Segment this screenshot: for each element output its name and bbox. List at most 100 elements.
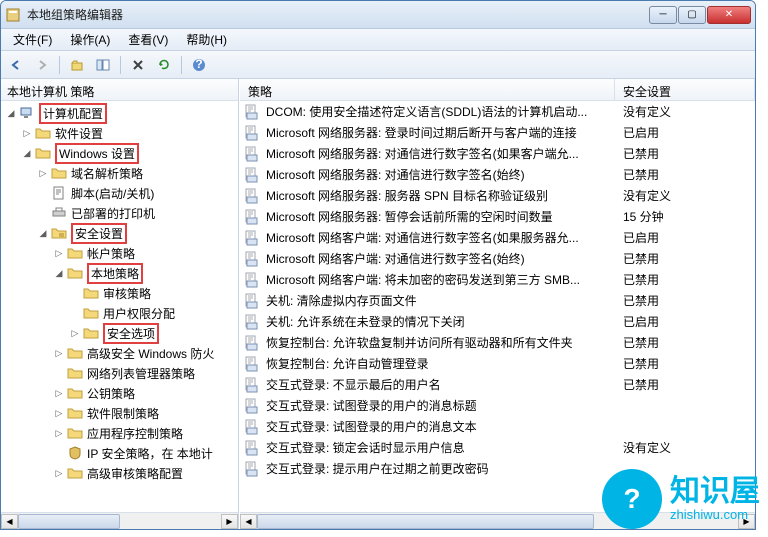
expander-icon[interactable]: ▷ <box>53 247 65 259</box>
back-button[interactable] <box>5 54 27 76</box>
tree-node-dns[interactable]: ▷域名解析策略 <box>3 163 236 183</box>
column-setting[interactable]: 安全设置 <box>615 79 755 100</box>
expander-icon[interactable]: ◢ <box>5 107 17 119</box>
expander-icon[interactable]: ▷ <box>53 387 65 399</box>
scroll-track[interactable] <box>18 514 221 529</box>
expander-icon[interactable]: ◢ <box>53 267 65 279</box>
policy-row[interactable]: DCOM: 使用安全描述符定义语言(SDDL)语法的计算机启动...没有定义 <box>240 101 755 122</box>
toolbar: ? <box>1 51 755 79</box>
policy-row[interactable]: Microsoft 网络客户端: 将未加密的密码发送到第三方 SMB...已禁用 <box>240 269 755 290</box>
tree-node-advaudit[interactable]: ▷高级审核策略配置 <box>3 463 236 483</box>
tree-node-local[interactable]: ◢本地策略 <box>3 263 236 283</box>
policy-icon <box>244 398 260 414</box>
policy-row[interactable]: 交互式登录: 试图登录的用户的消息文本 <box>240 416 755 437</box>
menu-action[interactable]: 操作(A) <box>62 29 118 50</box>
policy-row[interactable]: 恢复控制台: 允许软盘复制并访问所有驱动器和所有文件夹已禁用 <box>240 332 755 353</box>
tree-node-user-rights[interactable]: 用户权限分配 <box>3 303 236 323</box>
expander-icon[interactable]: ◢ <box>21 147 33 159</box>
policy-row[interactable]: Microsoft 网络服务器: 登录时间过期后断开与客户端的连接已启用 <box>240 122 755 143</box>
tree-node-softrestrict[interactable]: ▷软件限制策略 <box>3 403 236 423</box>
up-button[interactable] <box>66 54 88 76</box>
tree-node-computer-config[interactable]: ◢计算机配置 <box>3 103 236 123</box>
node-label: IP 安全策略，在 本地计 <box>87 445 213 462</box>
scroll-left-button[interactable]: ◀ <box>1 514 18 529</box>
folder-icon <box>67 466 83 480</box>
maximize-button[interactable]: ▢ <box>678 6 706 24</box>
scroll-right-button[interactable]: ▶ <box>221 514 238 529</box>
node-label: Windows 设置 <box>55 143 139 164</box>
minimize-button[interactable]: ─ <box>649 6 677 24</box>
column-policy[interactable]: 策略 <box>240 79 615 100</box>
policy-row[interactable]: Microsoft 网络服务器: 暂停会话前所需的空闲时间数量15 分钟 <box>240 206 755 227</box>
tree-node-windows[interactable]: ◢ Windows 设置 <box>3 143 236 163</box>
policy-row[interactable]: Microsoft 网络服务器: 对通信进行数字签名(如果客户端允...已禁用 <box>240 143 755 164</box>
expander-icon[interactable]: ▷ <box>53 347 65 359</box>
node-label: 网络列表管理器策略 <box>87 365 195 382</box>
window-title: 本地组策略编辑器 <box>27 6 649 23</box>
menu-help[interactable]: 帮助(H) <box>178 29 235 50</box>
policy-row[interactable]: 关机: 清除虚拟内存页面文件已禁用 <box>240 290 755 311</box>
policy-value: 15 分钟 <box>623 208 751 225</box>
folder-icon <box>83 326 99 340</box>
tree-node-ipsec[interactable]: IP 安全策略，在 本地计 <box>3 443 236 463</box>
policy-value: 已禁用 <box>623 376 751 393</box>
policy-row[interactable]: 关机: 允许系统在未登录的情况下关闭已启用 <box>240 311 755 332</box>
menu-view[interactable]: 查看(V) <box>120 29 176 50</box>
tree-header: 本地计算机 策略 <box>1 79 238 101</box>
list-header: 策略 安全设置 <box>240 79 755 101</box>
tree-node-security[interactable]: ◢安全设置 <box>3 223 236 243</box>
refresh-button[interactable] <box>153 54 175 76</box>
scroll-thumb[interactable] <box>257 514 594 529</box>
expander-icon[interactable]: ▷ <box>37 167 49 179</box>
policy-row[interactable]: Microsoft 网络客户端: 对通信进行数字签名(始终)已禁用 <box>240 248 755 269</box>
policy-name: 恢复控制台: 允许软盘复制并访问所有驱动器和所有文件夹 <box>266 334 623 351</box>
node-label: 帐户策略 <box>87 245 135 262</box>
policy-icon <box>244 419 260 435</box>
policy-row[interactable]: 交互式登录: 试图登录的用户的消息标题 <box>240 395 755 416</box>
policy-row[interactable]: 交互式登录: 不显示最后的用户名已禁用 <box>240 374 755 395</box>
show-hide-button[interactable] <box>92 54 114 76</box>
list-body[interactable]: DCOM: 使用安全描述符定义语言(SDDL)语法的计算机启动...没有定义Mi… <box>240 101 755 512</box>
tree-node-scripts[interactable]: 脚本(启动/关机) <box>3 183 236 203</box>
tree-node-netlist[interactable]: 网络列表管理器策略 <box>3 363 236 383</box>
scroll-left-button[interactable]: ◀ <box>240 514 257 529</box>
expander-icon[interactable]: ▷ <box>53 427 65 439</box>
policy-row[interactable]: Microsoft 网络服务器: 对通信进行数字签名(始终)已禁用 <box>240 164 755 185</box>
expander-icon[interactable]: ▷ <box>53 467 65 479</box>
tree-node-firewall[interactable]: ▷高级安全 Windows 防火 <box>3 343 236 363</box>
scroll-thumb[interactable] <box>18 514 120 529</box>
folder-icon <box>67 406 83 420</box>
folder-icon <box>67 386 83 400</box>
delete-button[interactable] <box>127 54 149 76</box>
tree-node-printers[interactable]: 已部署的打印机 <box>3 203 236 223</box>
menu-file[interactable]: 文件(F) <box>5 29 60 50</box>
tree-node-audit[interactable]: 审核策略 <box>3 283 236 303</box>
folder-icon <box>83 306 99 320</box>
folder-icon <box>67 346 83 360</box>
expander-icon[interactable]: ▷ <box>69 327 81 339</box>
policy-row[interactable]: 恢复控制台: 允许自动管理登录已禁用 <box>240 353 755 374</box>
tree-hscrollbar[interactable]: ◀ ▶ <box>1 512 238 529</box>
help-button[interactable]: ? <box>188 54 210 76</box>
tree-node-sec-options[interactable]: ▷安全选项 <box>3 323 236 343</box>
policy-name: 恢复控制台: 允许自动管理登录 <box>266 355 623 372</box>
policy-row[interactable]: 交互式登录: 锁定会话时显示用户信息没有定义 <box>240 437 755 458</box>
policy-value: 已禁用 <box>623 334 751 351</box>
expander-icon[interactable]: ▷ <box>53 407 65 419</box>
tree-node-appctrl[interactable]: ▷应用程序控制策略 <box>3 423 236 443</box>
watermark-badge: ? <box>602 469 662 529</box>
forward-button[interactable] <box>31 54 53 76</box>
tree-node-software[interactable]: ▷软件设置 <box>3 123 236 143</box>
expander-icon[interactable]: ◢ <box>37 227 49 239</box>
tree-node-account[interactable]: ▷ 帐户策略 <box>3 243 236 263</box>
tree-body[interactable]: ◢计算机配置 ▷软件设置 ◢ Windows 设置 ▷域名解析策略 脚本(启动/关… <box>1 101 238 512</box>
close-button[interactable]: ✕ <box>707 6 751 24</box>
policy-row[interactable]: Microsoft 网络客户端: 对通信进行数字签名(如果服务器允...已启用 <box>240 227 755 248</box>
expander-icon[interactable]: ▷ <box>21 127 33 139</box>
folder-icon <box>67 246 83 260</box>
tree-node-pubkey[interactable]: ▷公钥策略 <box>3 383 236 403</box>
policy-icon <box>244 167 260 183</box>
policy-icon <box>244 251 260 267</box>
policy-icon <box>244 335 260 351</box>
policy-row[interactable]: Microsoft 网络服务器: 服务器 SPN 目标名称验证级别没有定义 <box>240 185 755 206</box>
